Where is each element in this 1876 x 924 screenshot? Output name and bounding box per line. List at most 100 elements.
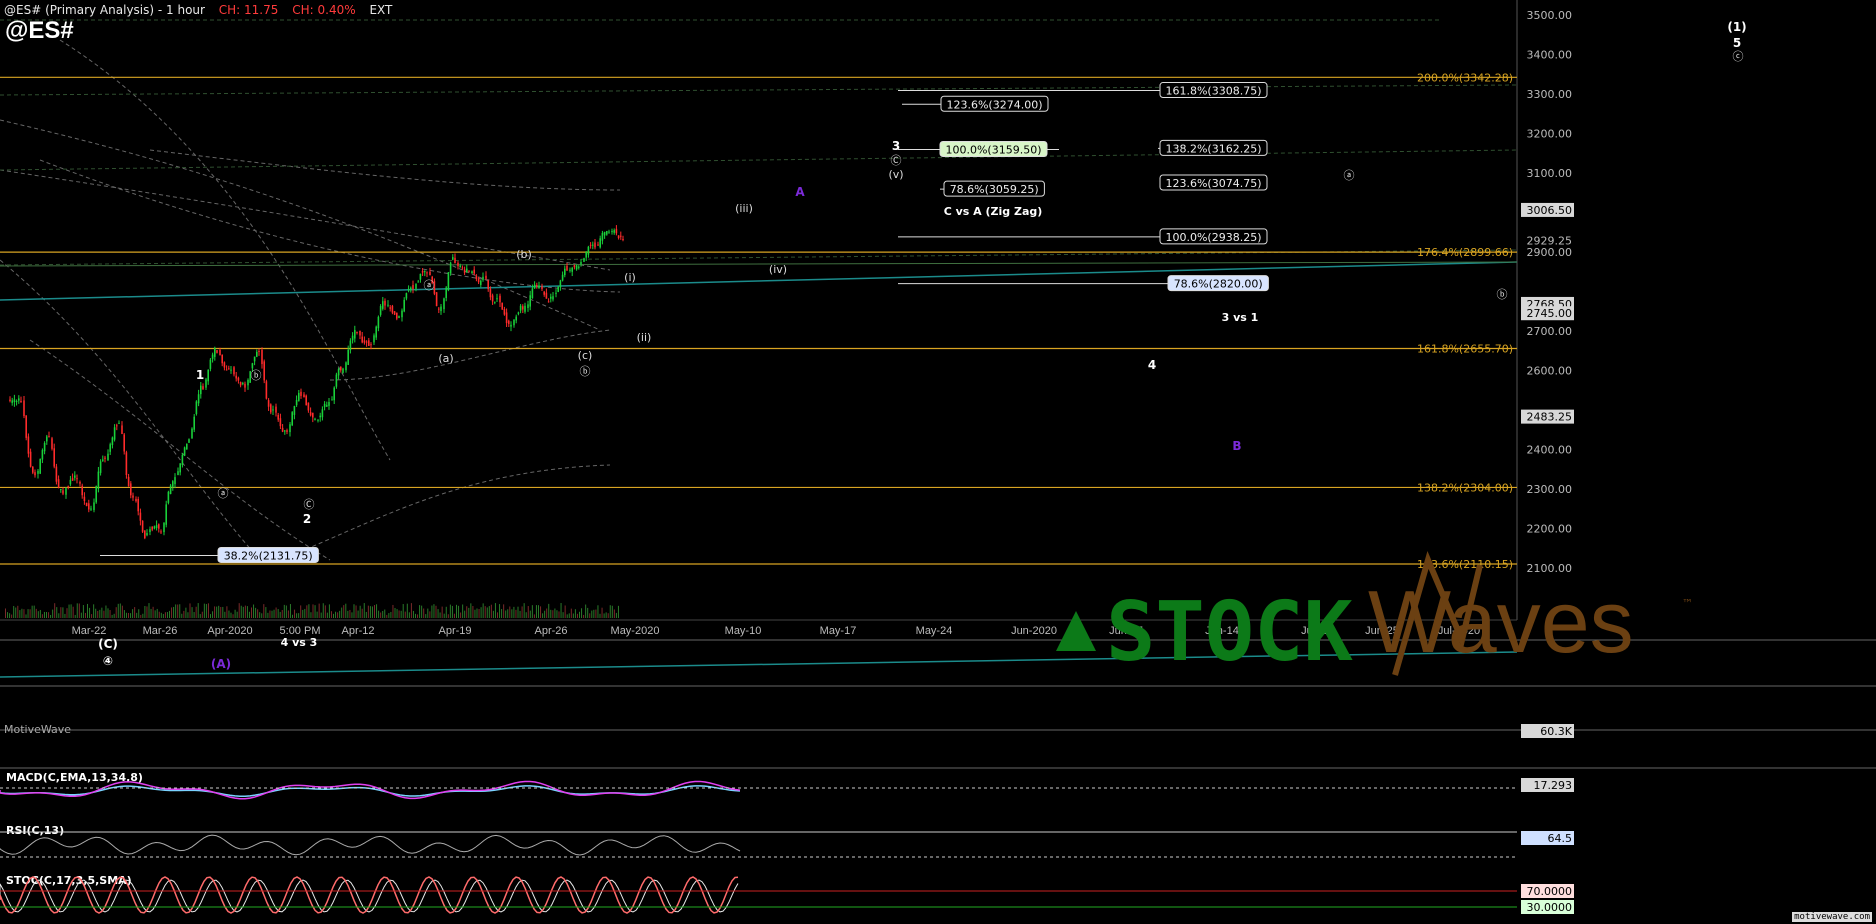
candle-body [504, 309, 506, 315]
candle-body [422, 271, 424, 273]
candle-body [37, 471, 39, 474]
candle-body [550, 297, 552, 299]
volume-bar [187, 612, 188, 618]
volume-bar [21, 609, 22, 618]
candle-body [174, 477, 176, 484]
stoch-label: STOC(C,17,3,5,SMA) [6, 874, 132, 887]
wave-label: A [795, 185, 805, 199]
candle-body [62, 490, 64, 493]
volume-bar [269, 610, 270, 618]
candle-body [114, 427, 116, 439]
candle-body [219, 350, 221, 355]
volume-bar [179, 604, 180, 618]
candle-body [198, 394, 200, 403]
volume-bar [460, 612, 461, 618]
candle-body [81, 486, 83, 495]
candle-body [305, 396, 307, 405]
candle-body [541, 286, 543, 289]
wave-label: ⓑ [1497, 288, 1508, 301]
volume-bar [417, 614, 418, 618]
stoch-lower-value: 30.0000 [1527, 901, 1573, 914]
volume-bar [218, 606, 219, 618]
volume-bar [118, 604, 119, 618]
volume-bar [171, 607, 172, 618]
candle-body [296, 400, 298, 405]
volume-bar [159, 612, 160, 618]
volume-bar [233, 614, 234, 618]
candle-body [258, 351, 260, 352]
candle-body [233, 367, 235, 374]
volume-bar [87, 604, 88, 618]
candle-body [144, 530, 146, 538]
volume-bar [540, 606, 541, 618]
volume-bar [144, 606, 145, 618]
candle-body [56, 467, 58, 482]
volume-bar [497, 612, 498, 618]
candle-body [415, 284, 417, 289]
chart-canvas[interactable]: Mar-22 Mar-26 Apr-2020 5:00 PM Apr-12 Apr-19 A… [0, 0, 1876, 924]
change-points: CH: 11.75 [219, 3, 279, 17]
candle-body [608, 232, 610, 233]
candle-body [104, 458, 106, 459]
price-axis-label: 2200.00 [1527, 523, 1573, 536]
candle-body [420, 274, 422, 280]
wave-label: 3 [892, 139, 900, 153]
volume-bar [610, 605, 611, 618]
volume-bar [140, 615, 141, 618]
volume-bar [286, 605, 287, 618]
volume-bar [175, 604, 176, 618]
volume-bar [155, 610, 156, 618]
candle-body [76, 478, 78, 479]
candle-body [28, 437, 30, 454]
candle-body [389, 307, 391, 308]
wave-label: ④ [103, 654, 113, 668]
candle-body [340, 367, 342, 371]
volume-bar [452, 606, 453, 618]
volume-bar [323, 603, 324, 618]
x-axis-tick-label: May-10 [725, 625, 762, 637]
volume-bar [384, 610, 385, 618]
volume-bar [5, 608, 6, 618]
candle-body [226, 369, 228, 370]
x-axis-tick-label: Apr-19 [438, 625, 471, 637]
candle-body [289, 424, 291, 432]
candle-body [67, 486, 69, 487]
candle-body [585, 252, 587, 258]
candle-body [566, 266, 568, 271]
candle-body [336, 375, 338, 387]
volume-bar [583, 615, 584, 618]
wave-label: (C) [98, 637, 118, 651]
volume-bar [425, 614, 426, 618]
candle-body [46, 436, 48, 441]
candle-body [160, 531, 162, 532]
candle-body [536, 285, 538, 287]
volume-bar [52, 610, 53, 618]
volume-bar [288, 610, 289, 618]
x-axis-tick-label: Apr-2020 [207, 625, 252, 637]
volume-bar [479, 609, 480, 618]
volume-bar [386, 615, 387, 618]
volume-bar [284, 605, 285, 618]
candle-body [361, 337, 363, 343]
target-box-label: 78.6%(2820.00) [1174, 278, 1263, 291]
candle-body [23, 400, 25, 416]
wave-label: Ⓒ [304, 498, 315, 511]
trend-guide [280, 465, 610, 560]
volume-bar [561, 603, 562, 618]
volume-bar [464, 611, 465, 618]
x-axis-tick-label: May-24 [916, 625, 953, 637]
candle-body [426, 272, 428, 273]
price-axis-label: 3300.00 [1527, 88, 1573, 101]
logo-tm: ™ [1682, 597, 1693, 610]
volume-bar [216, 607, 217, 618]
volume-bar [431, 606, 432, 618]
volume-bar [563, 612, 564, 618]
candle-body [294, 406, 296, 415]
volume-bar [450, 605, 451, 618]
candle-body [454, 258, 456, 263]
volume-bar [122, 606, 123, 618]
candle-body [238, 378, 240, 381]
target-box-label: 138.2%(3162.25) [1165, 142, 1261, 155]
channel-line [0, 262, 1517, 300]
candle-body [356, 332, 358, 333]
